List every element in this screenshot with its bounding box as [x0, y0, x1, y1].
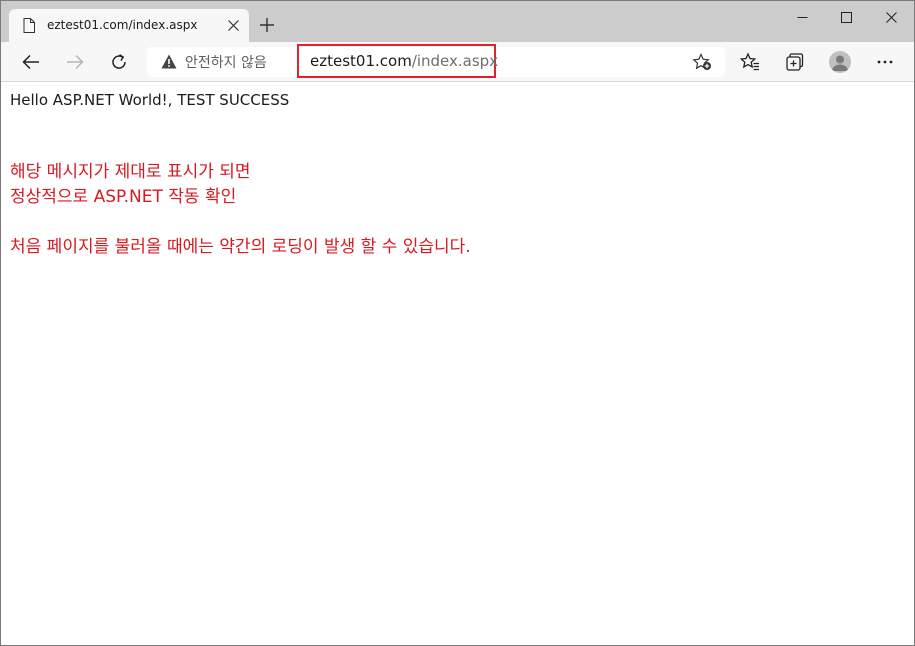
close-window-button[interactable] — [868, 1, 914, 33]
warning-icon[interactable] — [161, 54, 177, 69]
avatar — [832, 55, 848, 71]
status-message-line-2: 정상적으로 ASP.NET 작동 확인 — [10, 187, 237, 207]
plus-icon[interactable] — [259, 17, 275, 33]
url-highlight-box: eztest01.com/index.aspx — [297, 44, 498, 78]
profile-icon[interactable] — [829, 51, 851, 73]
star-plus-icon[interactable] — [692, 53, 712, 71]
close-icon — [885, 11, 897, 23]
arrow-left-icon[interactable] — [21, 52, 41, 72]
url-text[interactable]: eztest01.com/index.aspx — [310, 52, 498, 70]
title-bar: eztest01.com/index.aspx — [1, 1, 914, 42]
page-icon — [23, 18, 35, 33]
url-path: /index.aspx — [411, 52, 499, 70]
refresh-icon[interactable] — [109, 52, 129, 72]
hello-message: Hello ASP.NET World!, TEST SUCCESS — [10, 91, 290, 109]
tab-title: eztest01.com/index.aspx — [47, 18, 198, 32]
collections-icon[interactable] — [784, 52, 804, 72]
status-message-line-1: 해당 메시지가 제대로 표시가 되면 — [10, 162, 251, 182]
security-status[interactable]: 안전하지 않음 — [185, 52, 267, 72]
maximize-icon — [840, 11, 852, 23]
minimize-button[interactable] — [779, 1, 825, 33]
browser-toolbar: 안전하지 않음 eztest01.com/index.aspx — [1, 42, 914, 82]
url-host: eztest01.com — [310, 52, 412, 70]
address-bar[interactable]: 안전하지 않음 eztest01.com/index.aspx — [147, 44, 725, 78]
browser-window: eztest01.com/index.aspx 안전하지 않음 eztest01… — [0, 0, 915, 646]
close-icon[interactable] — [228, 20, 239, 31]
favorites-icon[interactable] — [740, 52, 760, 72]
loading-notice: 처음 페이지를 불러올 때에는 약간의 로딩이 발생 할 수 있습니다. — [10, 237, 471, 257]
maximize-button[interactable] — [823, 1, 869, 33]
ellipsis-icon[interactable] — [875, 52, 895, 72]
minimize-icon — [797, 16, 807, 18]
browser-tab[interactable]: eztest01.com/index.aspx — [9, 9, 249, 42]
arrow-right-icon[interactable] — [65, 52, 85, 72]
